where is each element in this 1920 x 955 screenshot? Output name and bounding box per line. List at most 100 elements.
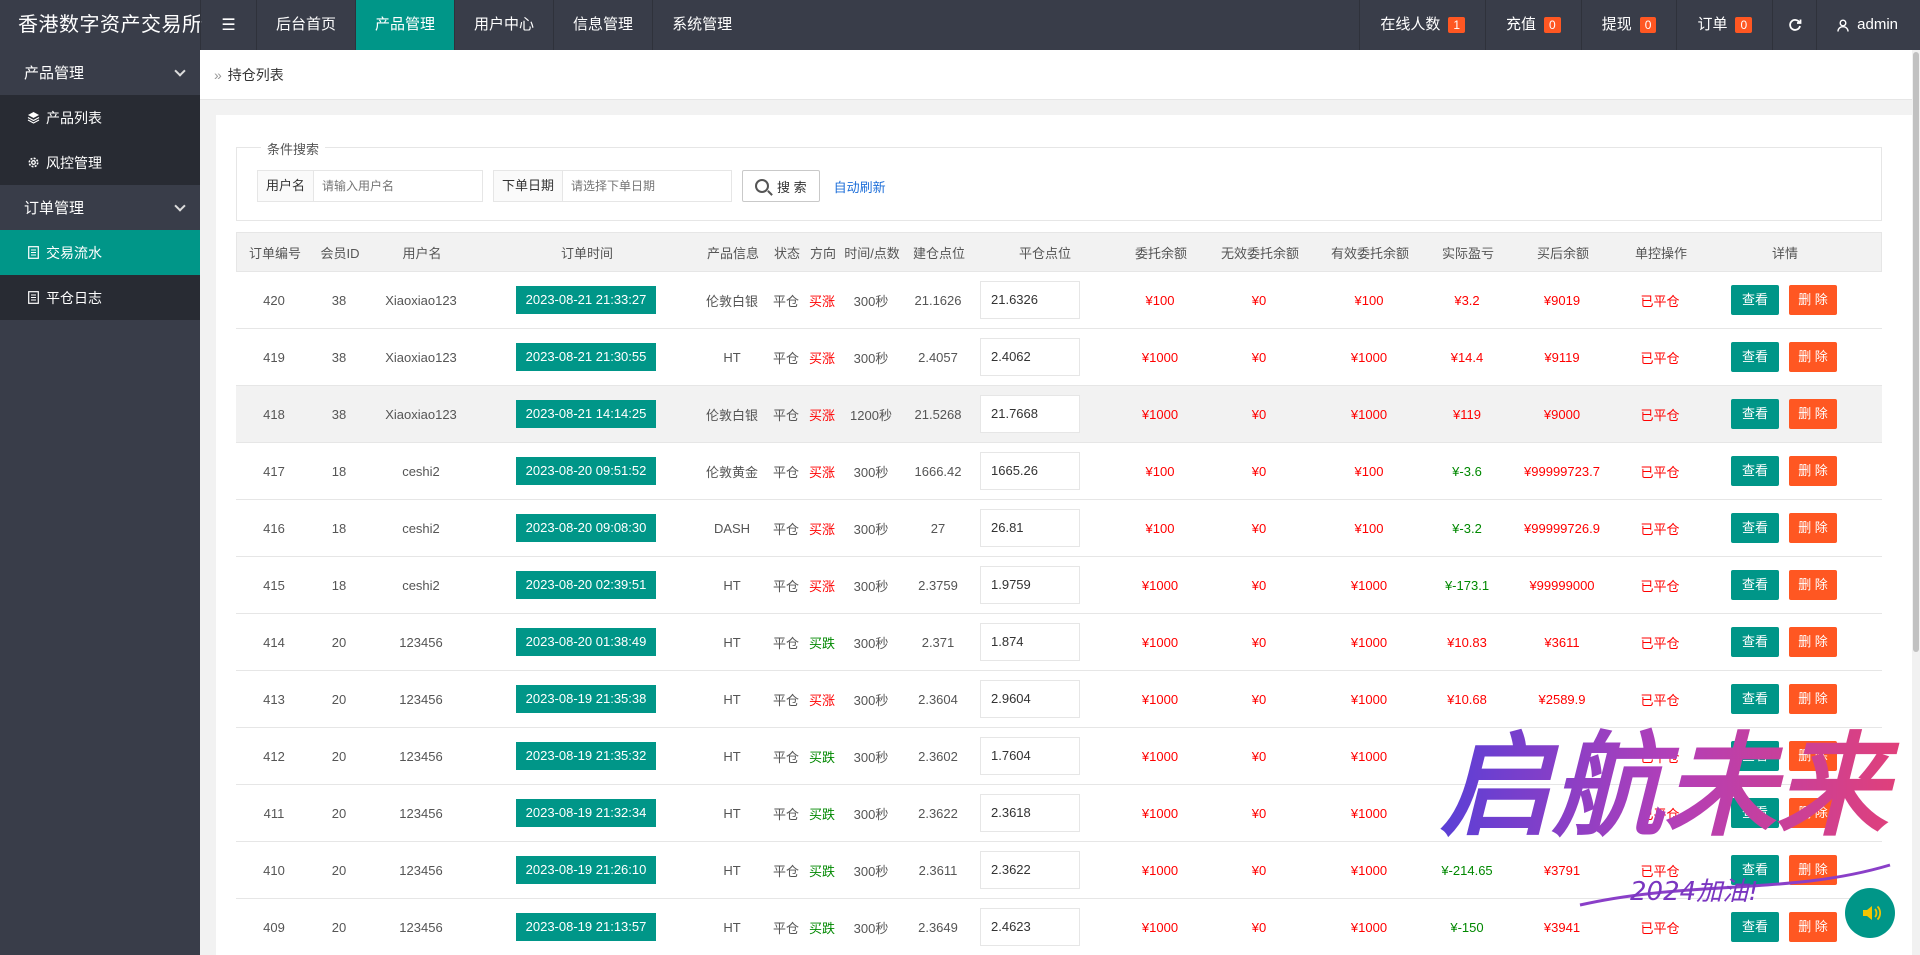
- delete-button[interactable]: 删 除: [1789, 741, 1837, 771]
- withdraw[interactable]: 提现 0: [1580, 0, 1677, 50]
- detail-actions: 查看删 除: [1704, 855, 1864, 885]
- open-price-cell: 2.3622: [918, 805, 958, 821]
- gear-icon: [26, 156, 40, 170]
- double-chevron-right-icon: »: [214, 66, 222, 83]
- username-cell: 123456: [399, 748, 443, 764]
- delete-button[interactable]: 删 除: [1789, 627, 1837, 657]
- direction-cell: 买涨: [808, 464, 835, 480]
- after-balance-cell: ¥99999723.7: [1524, 463, 1600, 479]
- view-button[interactable]: 查看: [1731, 456, 1779, 486]
- status-cell: 平仓: [772, 350, 799, 366]
- valid-balance-cell: ¥1000: [1350, 691, 1388, 707]
- invalid-balance-cell: ¥0: [1251, 577, 1267, 593]
- orders[interactable]: 订单 0: [1676, 0, 1772, 50]
- view-button[interactable]: 查看: [1731, 627, 1779, 657]
- view-button[interactable]: 查看: [1731, 570, 1779, 600]
- close-price-field[interactable]: 21.7668: [980, 395, 1080, 433]
- delete-button[interactable]: 删 除: [1789, 570, 1837, 600]
- entrust-balance-cell: ¥1000: [1141, 748, 1179, 764]
- delete-button[interactable]: 删 除: [1789, 513, 1837, 543]
- view-button[interactable]: 查看: [1731, 513, 1779, 543]
- profit-loss-cell: ¥-3.6: [1452, 463, 1482, 479]
- recharge-count-badge: 0: [1544, 17, 1561, 33]
- nav-products[interactable]: 产品管理: [355, 0, 455, 50]
- refresh-icon[interactable]: [1772, 0, 1816, 50]
- delete-button[interactable]: 删 除: [1789, 912, 1837, 942]
- date-label: 下单日期: [494, 171, 564, 201]
- member-id-cell: 20: [331, 691, 347, 707]
- close-price-field[interactable]: 21.6326: [980, 281, 1080, 319]
- nav-info[interactable]: 信息管理: [553, 0, 652, 50]
- auto-refresh-link[interactable]: 自动刷新: [834, 177, 886, 196]
- search-button[interactable]: 搜 索: [742, 170, 820, 202]
- date-input[interactable]: [563, 171, 732, 201]
- delete-button[interactable]: 删 除: [1789, 798, 1837, 828]
- invalid-balance-cell: ¥0: [1251, 520, 1267, 536]
- recharge[interactable]: 充值 0: [1485, 0, 1581, 50]
- delete-button[interactable]: 删 除: [1789, 684, 1837, 714]
- close-price-field[interactable]: 1.9759: [980, 566, 1080, 604]
- view-button[interactable]: 查看: [1731, 855, 1779, 885]
- invalid-balance-cell: ¥0: [1251, 292, 1267, 308]
- member-id-cell: 38: [331, 292, 347, 308]
- open-price-cell: 2.3649: [918, 919, 958, 935]
- delete-button[interactable]: 删 除: [1789, 399, 1837, 429]
- control-status-cell: 已平仓: [1640, 863, 1680, 879]
- view-button[interactable]: 查看: [1731, 798, 1779, 828]
- sidebar-item-transactions[interactable]: 交易流水: [0, 230, 200, 275]
- profit-loss-cell: ¥-3.2: [1452, 520, 1482, 536]
- profit-loss-cell: ¥-150: [1450, 919, 1484, 935]
- nav-users[interactable]: 用户中心: [454, 0, 553, 50]
- order-id-cell: 411: [263, 805, 285, 821]
- nav-home[interactable]: 后台首页: [256, 0, 355, 50]
- direction-cell: 买跌: [808, 920, 835, 936]
- sidebar-item-close-log[interactable]: 平仓日志: [0, 275, 200, 320]
- username-input[interactable]: [314, 171, 483, 201]
- duration-cell: 300秒: [853, 521, 889, 537]
- view-button[interactable]: 查看: [1731, 285, 1779, 315]
- product-cell: HT: [723, 349, 741, 365]
- detail-actions: 查看删 除: [1704, 513, 1864, 543]
- view-button[interactable]: 查看: [1731, 912, 1779, 942]
- nav-system[interactable]: 系统管理: [652, 0, 751, 50]
- close-price-field[interactable]: 2.4062: [980, 338, 1080, 376]
- close-price-field[interactable]: 2.3622: [980, 851, 1080, 889]
- delete-button[interactable]: 删 除: [1789, 285, 1837, 315]
- status-cell: 平仓: [772, 464, 799, 480]
- view-button[interactable]: 查看: [1731, 342, 1779, 372]
- user-menu[interactable]: admin: [1816, 0, 1920, 50]
- view-button[interactable]: 查看: [1731, 684, 1779, 714]
- table-row: 417 18 ceshi2 2023-08-20 09:51:52 伦敦黄金 平仓 买涨 30…: [236, 443, 1882, 500]
- top-bar: 香港数字资产交易所 ☰ 后台首页 产品管理 用户中心 信息管理 系统管理 在线人…: [0, 0, 1920, 50]
- status-cell: 平仓: [772, 920, 799, 936]
- sidebar-group-orders[interactable]: 订单管理: [0, 185, 200, 230]
- sidebar-item-product-list[interactable]: 产品列表: [0, 95, 200, 140]
- online-users[interactable]: 在线人数 1: [1359, 0, 1485, 50]
- menu-toggle-icon[interactable]: ☰: [200, 0, 256, 50]
- floating-audio-button[interactable]: [1845, 888, 1895, 938]
- sidebar-group-products[interactable]: 产品管理: [0, 50, 200, 95]
- close-price-field[interactable]: 26.81: [980, 509, 1080, 547]
- delete-button[interactable]: 删 除: [1789, 456, 1837, 486]
- delete-button[interactable]: 删 除: [1789, 342, 1837, 372]
- view-button[interactable]: 查看: [1731, 741, 1779, 771]
- close-price-field[interactable]: 1665.26: [980, 452, 1080, 490]
- member-id-cell: 18: [331, 577, 347, 593]
- page-scrollbar[interactable]: [1912, 50, 1920, 955]
- sidebar-item-risk-control[interactable]: 风控管理: [0, 140, 200, 185]
- delete-button[interactable]: 删 除: [1789, 855, 1837, 885]
- control-status-cell: 已平仓: [1640, 692, 1680, 708]
- col-header: 会员ID: [320, 245, 360, 261]
- invalid-balance-cell: ¥0: [1251, 919, 1267, 935]
- close-price-field[interactable]: 2.4623: [980, 908, 1080, 946]
- view-button[interactable]: 查看: [1731, 399, 1779, 429]
- close-price-field[interactable]: 2.3618: [980, 794, 1080, 832]
- close-price-field[interactable]: 2.9604: [980, 680, 1080, 718]
- scrollbar-thumb[interactable]: [1913, 52, 1919, 652]
- member-id-cell: 18: [331, 520, 347, 536]
- close-price-field[interactable]: 1.7604: [980, 737, 1080, 775]
- date-group: 下单日期: [493, 170, 733, 202]
- valid-balance-cell: ¥1000: [1350, 748, 1388, 764]
- sound-icon: [1863, 905, 1882, 921]
- close-price-field[interactable]: 1.874: [980, 623, 1080, 661]
